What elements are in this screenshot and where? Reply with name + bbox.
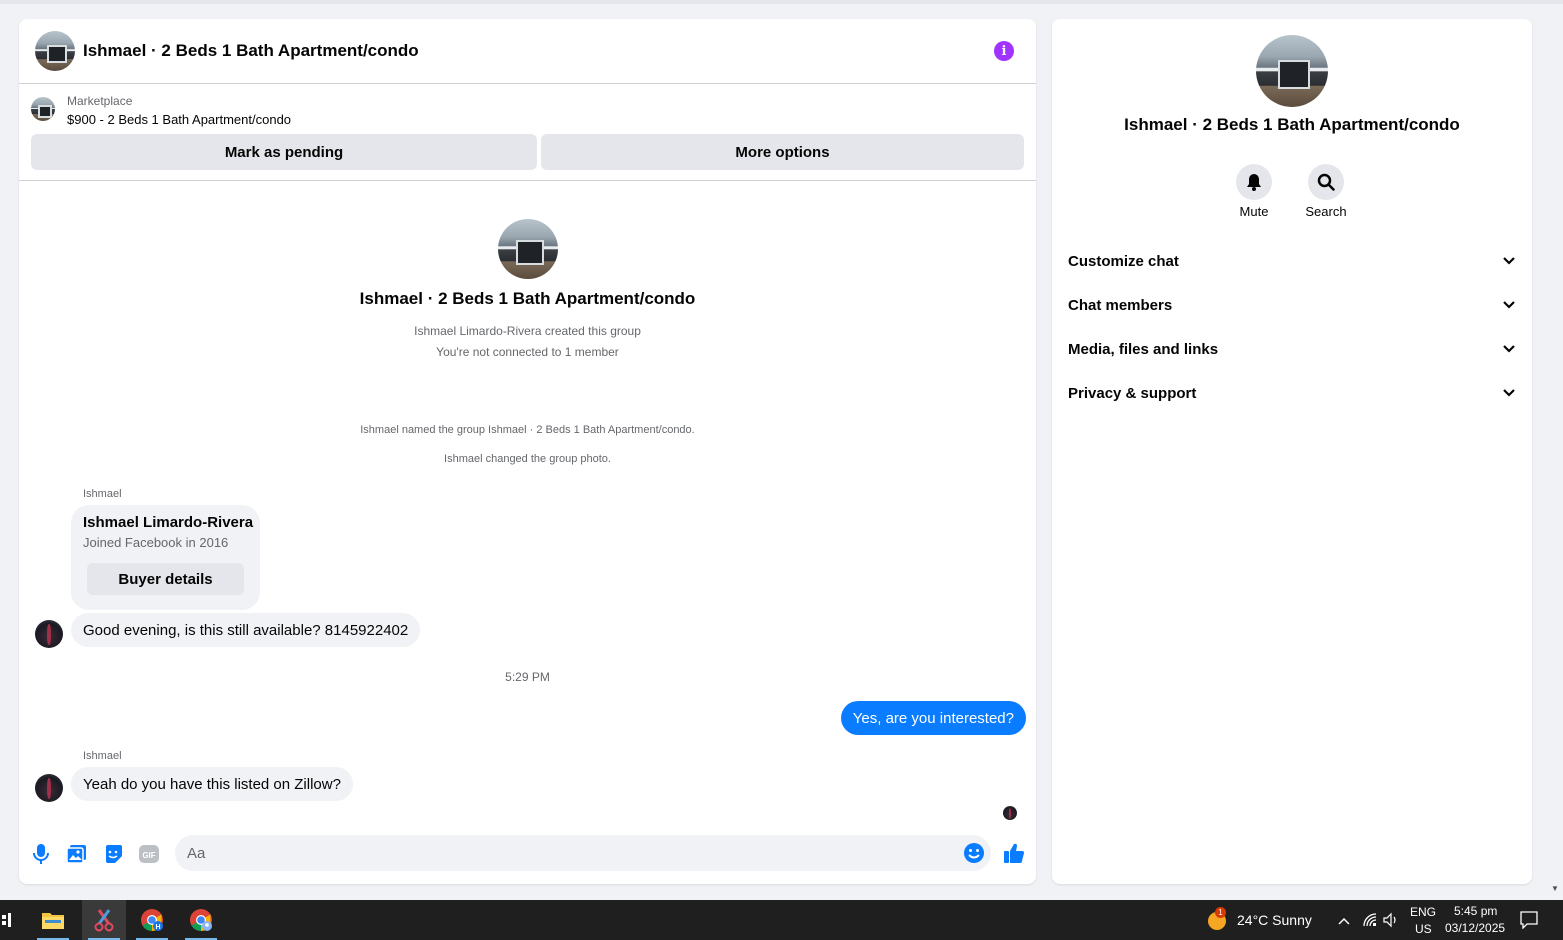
section-label: Privacy & support: [1068, 384, 1197, 402]
chevron-down-icon: [1502, 341, 1516, 358]
sender-avatar[interactable]: [35, 620, 63, 648]
chat-header: Ishmael · 2 Beds 1 Bath Apartment/condo …: [19, 19, 1036, 84]
chrome-profile-icon[interactable]: [179, 900, 223, 940]
system-message: Ishmael changed the group photo.: [444, 453, 611, 465]
search-label: Search: [1305, 204, 1347, 219]
section-label: Media, files and links: [1068, 340, 1219, 358]
emoji-icon[interactable]: [963, 842, 985, 864]
section-customize-chat[interactable]: Customize chat: [1068, 249, 1516, 273]
language-region[interactable]: US: [1415, 922, 1432, 936]
buyer-joined: Joined Facebook in 2016: [83, 535, 229, 550]
snipping-tool-icon[interactable]: [82, 900, 126, 940]
buyer-card: Ishmael Limardo-Rivera Joined Facebook i…: [71, 505, 260, 610]
intro-avatar: [497, 219, 558, 279]
chat-panel: Ishmael · 2 Beds 1 Bath Apartment/condo …: [19, 19, 1036, 884]
file-explorer-icon[interactable]: [31, 900, 75, 940]
section-label: Customize chat: [1068, 252, 1179, 270]
more-options-button[interactable]: More options: [541, 134, 1024, 170]
chevron-up-icon[interactable]: [1337, 913, 1351, 931]
chat-info-panel: Ishmael · 2 Beds 1 Bath Apartment/condo …: [1052, 19, 1532, 884]
message-composer: GIF: [19, 831, 1036, 875]
sender-name: Ishmael: [83, 750, 122, 762]
group-avatar[interactable]: [35, 31, 75, 71]
sender-avatar[interactable]: [35, 774, 63, 802]
conversation-intro: Ishmael · 2 Beds 1 Bath Apartment/condo …: [19, 219, 1036, 363]
intro-created-text: Ishmael Limardo-Rivera created this grou…: [414, 324, 641, 338]
listing-source: Marketplace: [67, 94, 133, 108]
chat-title[interactable]: Ishmael · 2 Beds 1 Bath Apartment/condo: [83, 41, 419, 61]
bell-icon[interactable]: [1236, 164, 1272, 200]
language-code[interactable]: ENG: [1410, 905, 1436, 919]
chevron-down-icon: [1502, 253, 1516, 270]
gif-icon[interactable]: GIF: [138, 843, 160, 865]
search-button[interactable]: Search: [1296, 164, 1356, 219]
mute-button[interactable]: Mute: [1224, 164, 1284, 219]
system-message: Ishmael named the group Ishmael · 2 Beds…: [360, 424, 695, 436]
buyer-details-button[interactable]: Buyer details: [87, 563, 244, 595]
intro-connection-text: You're not connected to 1 member: [436, 345, 619, 359]
windows-taskbar: H 1 24°C Sunny ENG US 5:45 pm 03/12/2025: [0, 900, 1563, 940]
intro-title: Ishmael · 2 Beds 1 Bath Apartment/condo: [359, 289, 696, 308]
sender-name: Ishmael: [83, 488, 122, 500]
svg-text:H: H: [155, 924, 160, 931]
section-privacy-support[interactable]: Privacy & support: [1068, 381, 1516, 405]
buyer-name: Ishmael Limardo-Rivera: [83, 514, 254, 531]
chevron-down-icon: [1502, 297, 1516, 314]
wifi-icon[interactable]: [1362, 912, 1378, 933]
notifications-icon[interactable]: [1520, 911, 1538, 934]
task-view-icon[interactable]: [0, 900, 14, 940]
weather-text[interactable]: 24°C Sunny: [1237, 912, 1312, 928]
section-media-files-links[interactable]: Media, files and links: [1068, 337, 1516, 361]
incoming-message[interactable]: Good evening, is this still available? 8…: [71, 613, 421, 647]
outgoing-message[interactable]: Yes, are you interested?: [840, 701, 1026, 735]
sticker-icon[interactable]: [102, 843, 124, 865]
thumbs-up-icon[interactable]: [1002, 841, 1026, 865]
section-chat-members[interactable]: Chat members: [1068, 293, 1516, 317]
listing-price[interactable]: $900 - 2 Beds 1 Bath Apartment/condo: [67, 112, 291, 127]
clock-date[interactable]: 03/12/2025: [1445, 921, 1505, 935]
volume-icon[interactable]: [1383, 912, 1399, 933]
info-icon[interactable]: i: [994, 41, 1014, 61]
mute-label: Mute: [1239, 204, 1269, 219]
chevron-down-icon: [1502, 385, 1516, 402]
incoming-message[interactable]: Yeah do you have this listed on Zillow?: [71, 767, 353, 801]
message-timestamp: 5:29 PM: [505, 670, 550, 684]
browser-top-edge: [0, 0, 1563, 4]
chrome-icon[interactable]: H: [130, 900, 174, 940]
microphone-icon[interactable]: [30, 843, 52, 865]
photo-attach-icon[interactable]: [66, 843, 88, 865]
svg-text:GIF: GIF: [142, 851, 155, 860]
section-label: Chat members: [1068, 296, 1173, 314]
scrollbar-down-arrow[interactable]: ▼: [1551, 884, 1559, 893]
listing-thumbnail[interactable]: [31, 97, 55, 121]
message-input[interactable]: [175, 835, 991, 871]
weather-icon[interactable]: 1: [1206, 907, 1228, 931]
info-title: Ishmael · 2 Beds 1 Bath Apartment/condo: [1124, 115, 1460, 134]
mark-as-pending-button[interactable]: Mark as pending: [31, 134, 537, 170]
weather-badge: 1: [1215, 907, 1226, 918]
marketplace-listing-bar: Marketplace $900 - 2 Beds 1 Bath Apartme…: [19, 85, 1036, 181]
search-icon[interactable]: [1308, 164, 1344, 200]
clock-time[interactable]: 5:45 pm: [1454, 904, 1497, 918]
seen-receipt-avatar: [1003, 806, 1017, 820]
info-group-avatar[interactable]: [1256, 35, 1328, 107]
